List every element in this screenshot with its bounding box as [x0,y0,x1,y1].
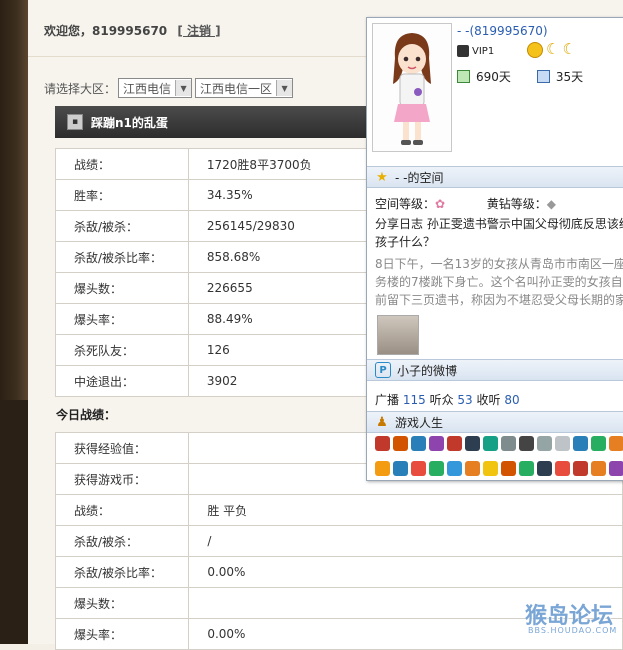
profile-popup: - -(819995670) VIP1 ☾ ☾ 690天 35天 ★ - -的空… [366,17,623,481]
clock-icon [536,70,550,83]
watermark-url: BBS.HOUDAO.COM [528,626,618,635]
game-app-icon[interactable] [429,436,444,451]
diamond-icon: ◆ [546,197,556,211]
game-app-icon[interactable] [465,436,480,451]
weibo-icon: P [375,362,391,378]
broadcast-count[interactable]: 115 [403,393,426,407]
stat-label: 中途退出： [55,365,189,397]
game-app-icon[interactable] [411,436,426,451]
table-row: 杀敌/被杀： / [54,525,623,557]
region-select-1[interactable]: 江西电信 ▼ [118,78,193,98]
popup-username[interactable]: - -(819995670) [457,24,548,38]
game-app-icon[interactable] [537,461,552,476]
online-days: 690天 35天 [457,68,583,85]
welcome-text: 欢迎您，819995670 [44,24,168,38]
game-icon-row-2 [375,461,623,476]
weibo-section-header[interactable]: P 小子的微博 [367,359,623,381]
flower-icon: ✿ [435,197,446,211]
table-row: 战绩：胜 平负 [54,494,623,526]
game-app-icon[interactable] [375,461,390,476]
chevron-down-icon[interactable]: ▼ [175,80,192,96]
moon-level-icon: ☾ [546,40,560,58]
logout-link[interactable]: [ 注销 ] [177,24,220,38]
game-app-icon[interactable] [411,461,426,476]
game-app-icon[interactable] [555,461,570,476]
level-icons: ☾ ☾ [527,42,576,58]
today-title: 今日战绩： [56,408,117,422]
player-name: 踩蹦n1的乱蛋 [91,115,168,130]
stat-label: 爆头率： [55,303,189,335]
blog-title-line2[interactable]: 孩子什么？ [375,233,435,251]
game-icon-row-1 [375,436,623,451]
game-app-icon[interactable] [609,461,623,476]
blog-title-line1[interactable]: 分享日志 孙正雯遗书警示中国父母彻底反思该给 [375,215,623,233]
game-icon: ♟ [376,414,388,430]
game-app-icon[interactable] [429,461,444,476]
stat-label: 爆头数： [55,272,189,304]
stat-value: 胜 平负 [188,494,623,526]
avatar[interactable] [372,23,452,152]
left-dark-banner [0,0,28,644]
space-section-header[interactable]: ★ - -的空间 [367,166,623,188]
stat-label: 战绩： [55,148,189,180]
stat-label: 杀敌/被杀比率： [55,241,189,273]
game-app-icon[interactable] [393,436,408,451]
game-app-icon[interactable] [483,461,498,476]
game-app-icon[interactable] [393,461,408,476]
blog-excerpt-1: 8日下午，一名13岁的女孩从青岛市市南区一座商 [375,257,623,271]
game-app-icon[interactable] [591,461,606,476]
game-app-icon[interactable] [519,461,534,476]
game-app-icon[interactable] [447,461,462,476]
region-selector: 请选择大区： 江西电信 ▼ 江西电信一区 ▼ [44,78,294,98]
game-app-icon[interactable] [573,436,588,451]
blog-thumbnail[interactable] [377,315,419,355]
stat-label: 杀敌/被杀： [54,525,190,557]
stat-label: 杀敌/被杀比率： [54,556,190,588]
calendar-icon [457,70,470,83]
stat-label: 战绩： [54,494,190,526]
vip-icon [457,45,469,57]
follow-count[interactable]: 80 [504,393,519,407]
welcome-bar: 欢迎您，819995670 [ 注销 ] [44,22,221,39]
game-app-icon[interactable] [375,436,390,451]
chevron-down-icon[interactable]: ▼ [276,80,293,96]
game-app-icon[interactable] [537,436,552,451]
moon-level-icon-2: ☾ [562,40,576,58]
stat-label: 爆头数： [54,587,190,619]
games-section-header[interactable]: ♟ 游戏人生 [367,411,623,433]
blog-excerpt-2: 务楼的7楼跳下身亡。这个名叫孙正雯的女孩自杀 [375,275,623,289]
game-app-icon[interactable] [573,461,588,476]
blog-excerpt-3: 前留下三页遗书，称因为不堪忍受父母长期的家 [375,293,623,307]
game-app-icon[interactable] [483,436,498,451]
stat-label: 获得经验值： [54,432,190,464]
space-levels: 空间等级：✿ 黄钻等级：◆ [375,197,556,211]
stat-label: 获得游戏币： [54,463,190,495]
stat-value: / [188,525,623,557]
player-icon: ▪ [67,114,83,130]
stat-label: 胜率： [55,179,189,211]
game-app-icon[interactable] [591,436,606,451]
stat-value: 0.00% [188,556,623,588]
game-app-icon[interactable] [555,436,570,451]
stat-label: 杀死队友： [55,334,189,366]
stat-label: 杀敌/被杀： [55,210,189,242]
sun-level-icon [527,42,543,58]
game-app-icon[interactable] [501,461,516,476]
game-app-icon[interactable] [609,436,623,451]
weibo-counts: 广播 115 听众 53 收听 80 [375,393,520,407]
vip-badge: VIP1 [457,45,494,57]
star-icon: ★ [376,169,388,185]
game-app-icon[interactable] [447,436,462,451]
game-app-icon[interactable] [501,436,516,451]
game-app-icon[interactable] [519,436,534,451]
game-app-icon[interactable] [465,461,480,476]
stat-label: 爆头率： [54,618,190,650]
table-row: 杀敌/被杀比率： 0.00% [54,556,623,588]
region-label: 请选择大区： [44,81,117,96]
region-select-2[interactable]: 江西电信一区 ▼ [195,78,294,98]
listen-count[interactable]: 53 [457,393,472,407]
